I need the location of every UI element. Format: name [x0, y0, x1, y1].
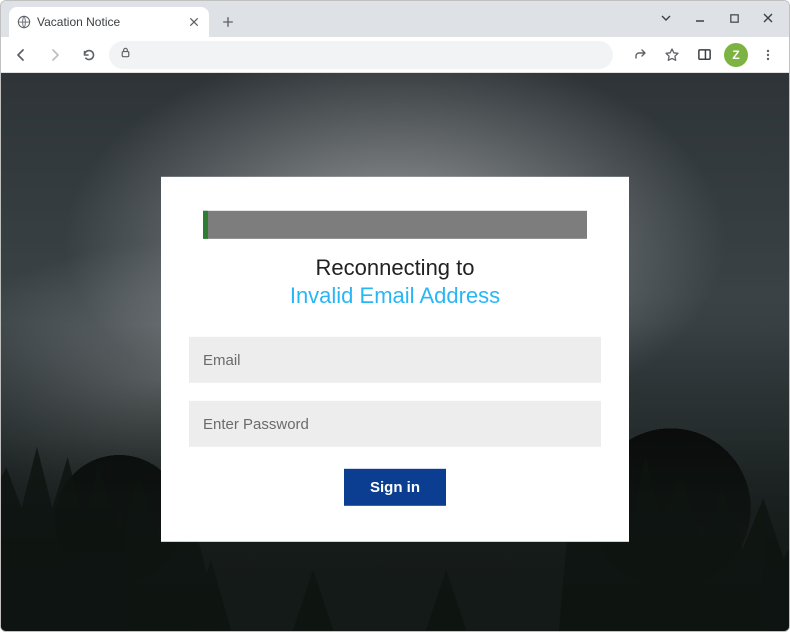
- lock-icon: [119, 46, 132, 64]
- window-close-button[interactable]: [751, 5, 785, 31]
- close-icon[interactable]: [187, 15, 201, 29]
- star-icon[interactable]: [657, 41, 687, 69]
- reload-button[interactable]: [75, 41, 103, 69]
- new-tab-button[interactable]: [215, 9, 241, 35]
- share-icon[interactable]: [625, 41, 655, 69]
- profile-avatar[interactable]: Z: [721, 41, 751, 69]
- password-field[interactable]: [189, 401, 601, 447]
- signin-button[interactable]: Sign in: [344, 469, 446, 506]
- avatar-letter: Z: [724, 43, 748, 67]
- window-controls: [649, 5, 785, 31]
- toolbar-right: Z: [625, 41, 783, 69]
- maximize-button[interactable]: [717, 5, 751, 31]
- login-subheading: Invalid Email Address: [189, 283, 601, 309]
- toolbar: Z: [1, 37, 789, 73]
- forward-button[interactable]: [41, 41, 69, 69]
- browser-window: Vacation Notice Z: [0, 0, 790, 632]
- tab-title: Vacation Notice: [37, 15, 181, 29]
- login-card: Reconnecting to Invalid Email Address Si…: [161, 177, 629, 542]
- menu-button[interactable]: [753, 41, 783, 69]
- url-input[interactable]: [140, 47, 603, 62]
- progress-banner: [203, 211, 587, 239]
- banner-area: [189, 205, 601, 253]
- page-viewport: Reconnecting to Invalid Email Address Si…: [1, 73, 789, 631]
- email-field[interactable]: [189, 337, 601, 383]
- minimize-button[interactable]: [683, 5, 717, 31]
- tab-strip: Vacation Notice: [1, 1, 789, 37]
- back-button[interactable]: [7, 41, 35, 69]
- tab-active[interactable]: Vacation Notice: [9, 7, 209, 37]
- globe-icon: [17, 15, 31, 29]
- chevron-down-icon[interactable]: [649, 5, 683, 31]
- panel-icon[interactable]: [689, 41, 719, 69]
- address-bar[interactable]: [109, 41, 613, 69]
- login-heading: Reconnecting to: [189, 255, 601, 281]
